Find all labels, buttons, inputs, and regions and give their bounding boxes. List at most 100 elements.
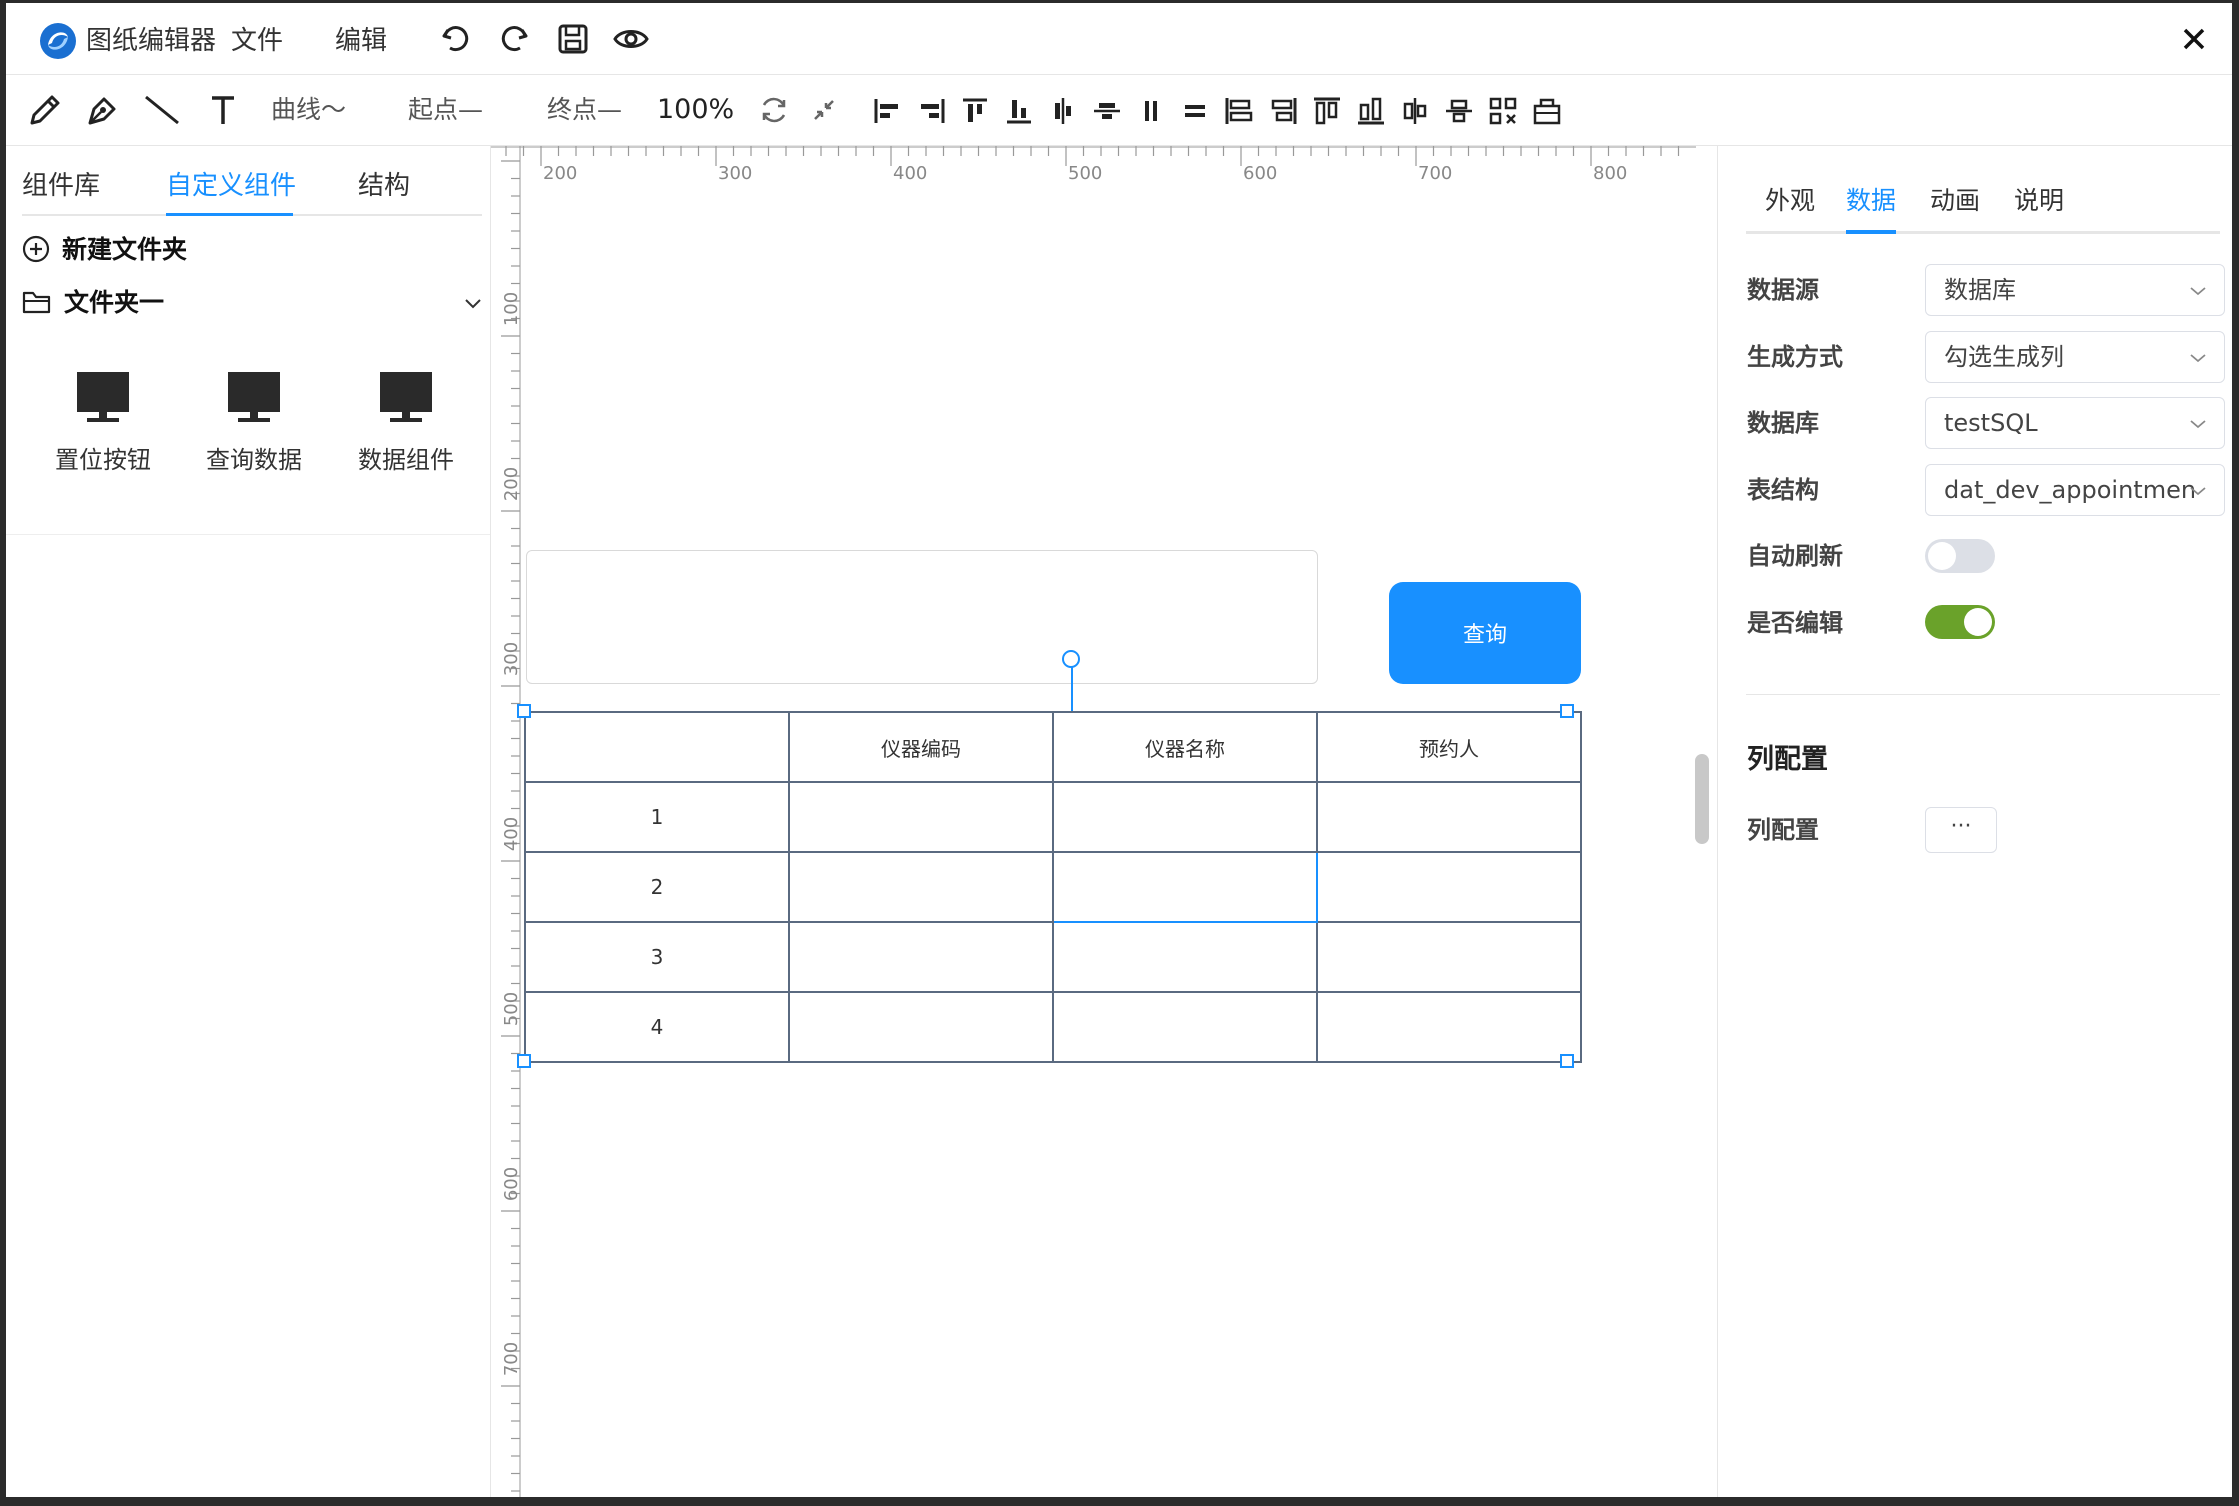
editable-toggle[interactable]	[1925, 605, 1995, 639]
ruler-label: 400	[893, 163, 927, 184]
align-right-icon[interactable]	[915, 95, 947, 127]
table-cell-selected[interactable]	[1052, 851, 1318, 923]
table-struct-select[interactable]: dat_dev_appointmen	[1925, 464, 2225, 516]
toggle-knob	[1928, 542, 1956, 570]
gen-mode-select[interactable]: 勾选生成列	[1925, 331, 2225, 383]
group-icon[interactable]	[1487, 95, 1519, 127]
redo-icon[interactable]	[496, 21, 532, 57]
distribute-vertical-icon[interactable]	[1179, 95, 1211, 127]
end-point-selector[interactable]: 终点—	[547, 93, 622, 127]
same-height-bottom-icon[interactable]	[1355, 95, 1387, 127]
rotate-handle[interactable]	[1062, 650, 1080, 668]
tab-data[interactable]: 数据	[1846, 183, 1896, 219]
table-cell[interactable]	[1316, 991, 1582, 1063]
resize-handle-bottom-right[interactable]	[1560, 1054, 1574, 1068]
datasource-select[interactable]: 数据库	[1925, 264, 2225, 316]
divider	[1746, 694, 2220, 695]
reset-zoom-icon[interactable]	[755, 91, 793, 129]
table-cell[interactable]: 1	[524, 781, 790, 853]
center-vertical-icon[interactable]	[1443, 95, 1475, 127]
table-cell[interactable]: 3	[524, 921, 790, 993]
table-row: 3	[524, 921, 1582, 993]
center-horizontal-icon[interactable]	[1399, 95, 1431, 127]
close-icon[interactable]	[2176, 21, 2212, 57]
query-input-box[interactable]	[526, 550, 1318, 684]
tab-structure[interactable]: 结构	[358, 166, 410, 206]
ruler-label: 100	[501, 292, 521, 326]
active-tab-indicator	[1846, 230, 1896, 234]
component-item[interactable]: 数据组件	[341, 370, 471, 475]
table-cell[interactable]: 2	[524, 851, 790, 923]
column-config-button[interactable]: ···	[1925, 807, 1997, 853]
folder-item[interactable]: 文件夹一	[22, 285, 484, 321]
pencil-icon[interactable]	[26, 91, 64, 129]
query-button[interactable]: 查询	[1389, 582, 1581, 684]
app-logo-icon	[40, 23, 76, 59]
table-cell[interactable]	[1052, 991, 1318, 1063]
resize-handle-top-left[interactable]	[517, 704, 531, 718]
align-center-vertical-icon[interactable]	[1047, 95, 1079, 127]
chevron-down-icon[interactable]	[462, 293, 484, 315]
same-width-left-icon[interactable]	[1223, 95, 1255, 127]
chevron-down-icon	[2190, 354, 2206, 363]
align-left-icon[interactable]	[872, 95, 904, 127]
tab-divider	[1746, 231, 2220, 234]
tab-animation[interactable]: 动画	[1930, 183, 1980, 219]
start-point-selector[interactable]: 起点—	[408, 93, 483, 127]
line-tool-icon[interactable]	[142, 91, 180, 129]
align-center-horizontal-icon[interactable]	[1091, 95, 1123, 127]
fit-screen-icon[interactable]	[805, 91, 843, 129]
folder-icon	[22, 291, 51, 314]
table-cell[interactable]	[788, 991, 1054, 1063]
horizontal-ruler: 200 300 400 500 600 700 800	[491, 146, 1696, 184]
database-select[interactable]: testSQL	[1925, 397, 2225, 449]
resize-handle-top-right[interactable]	[1560, 704, 1574, 718]
new-folder-button[interactable]: 新建文件夹	[22, 232, 187, 268]
ungroup-icon[interactable]	[1531, 95, 1563, 127]
table-cell[interactable]	[788, 921, 1054, 993]
table-cell[interactable]	[788, 781, 1054, 853]
tab-component-library[interactable]: 组件库	[22, 166, 100, 206]
chevron-down-icon	[2190, 487, 2206, 496]
resize-handle-bottom-left[interactable]	[517, 1054, 531, 1068]
component-label: 查询数据	[206, 446, 302, 474]
table-row: 1	[524, 781, 1582, 853]
ruler-label: 200	[501, 467, 521, 501]
align-top-icon[interactable]	[959, 95, 991, 127]
editor-window: 图纸编辑器 文件 编辑 曲线～ 起点— 终点— 100% 组件库 自定义组件 结…	[6, 3, 2232, 1497]
same-width-right-icon[interactable]	[1267, 95, 1299, 127]
table-cell[interactable]	[1052, 921, 1318, 993]
table-cell[interactable]	[1316, 851, 1582, 923]
curve-selector[interactable]: 曲线～	[271, 93, 346, 127]
vertical-scrollbar[interactable]	[1695, 754, 1709, 844]
table-cell[interactable]	[1316, 921, 1582, 993]
pen-tool-icon[interactable]	[84, 91, 122, 129]
data-table[interactable]: 仪器编码 仪器名称 预约人 1 2 3 4	[524, 711, 1582, 1063]
distribute-horizontal-icon[interactable]	[1135, 95, 1167, 127]
undo-icon[interactable]	[438, 21, 474, 57]
add-circle-icon	[22, 235, 50, 263]
align-bottom-icon[interactable]	[1003, 95, 1035, 127]
text-tool-icon[interactable]	[204, 91, 242, 129]
monitor-icon	[77, 372, 129, 422]
drawing-canvas[interactable]: 200 300 400 500 600 700 800 100 200 300 400 500 600…	[491, 146, 1717, 1497]
same-height-top-icon[interactable]	[1311, 95, 1343, 127]
tab-description[interactable]: 说明	[2014, 183, 2064, 219]
component-item[interactable]: 置位按钮	[38, 370, 168, 475]
new-folder-label: 新建文件夹	[62, 235, 188, 264]
ruler-label: 800	[1593, 163, 1627, 184]
preview-eye-icon[interactable]	[613, 21, 649, 57]
menu-file[interactable]: 文件	[231, 23, 283, 59]
table-cell[interactable]	[1316, 781, 1582, 853]
component-item[interactable]: 查询数据	[189, 370, 319, 475]
tab-appearance[interactable]: 外观	[1765, 183, 1815, 219]
table-cell[interactable]	[788, 851, 1054, 923]
zoom-level[interactable]: 100%	[657, 93, 734, 127]
ruler-label: 400	[501, 817, 521, 851]
table-cell[interactable]: 4	[524, 991, 790, 1063]
auto-refresh-toggle[interactable]	[1925, 539, 1995, 573]
save-icon[interactable]	[555, 21, 591, 57]
tab-custom-components[interactable]: 自定义组件	[166, 166, 296, 206]
menu-edit[interactable]: 编辑	[335, 23, 387, 59]
table-cell[interactable]	[1052, 781, 1318, 853]
